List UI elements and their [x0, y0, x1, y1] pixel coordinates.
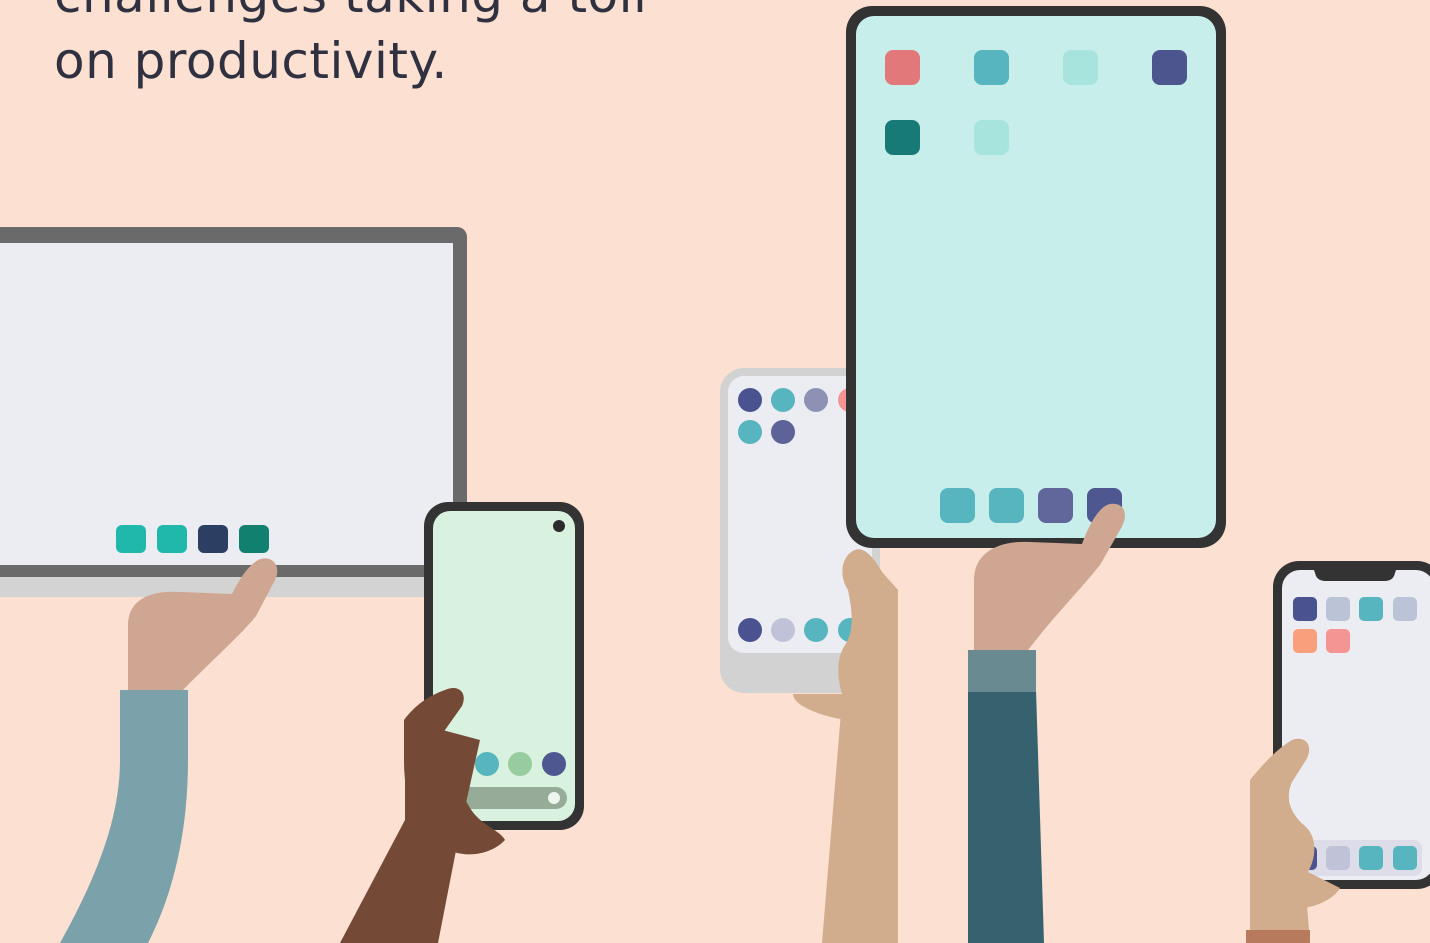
app-icon [974, 50, 1009, 85]
app-icon [771, 420, 795, 444]
app-icon [1063, 50, 1098, 85]
app-icon [1359, 597, 1383, 621]
app-icon [1326, 629, 1350, 653]
dock-icon [804, 618, 828, 642]
dock-icon [239, 525, 269, 553]
app-icon [738, 420, 762, 444]
app-icon [885, 120, 920, 155]
dock-icon [771, 618, 795, 642]
dock-icon [1326, 846, 1350, 870]
tablet-screen [856, 16, 1216, 538]
app-icon [885, 50, 920, 85]
monitor-screen [0, 243, 453, 565]
app-icon [1326, 597, 1350, 621]
forearm [822, 700, 898, 943]
search-bar-knob-icon [548, 792, 560, 804]
sleeve [60, 690, 188, 943]
notch [1314, 570, 1396, 581]
app-icon [1293, 597, 1317, 621]
tablet [846, 6, 1226, 548]
tablet-holder-arm [968, 503, 1125, 943]
dock-icon [475, 752, 499, 776]
monitor [0, 227, 467, 597]
illustration [0, 6, 1430, 943]
dock-icon [989, 488, 1024, 523]
dock-icon [1393, 846, 1417, 870]
sleeve [968, 690, 1044, 943]
app-icon [804, 388, 828, 412]
dock-icon [1038, 488, 1073, 523]
app-icon [974, 120, 1009, 155]
front-camera-icon [553, 520, 565, 532]
dock-icon [116, 525, 146, 553]
dock-icon [157, 525, 187, 553]
dock-icon [940, 488, 975, 523]
dock-icon [1359, 846, 1383, 870]
monitor-holder-arm [60, 558, 278, 943]
app-icon [738, 388, 762, 412]
dock-icon [508, 752, 532, 776]
dock-icon [198, 525, 228, 553]
sleeve [1246, 930, 1310, 943]
app-icon [1293, 629, 1317, 653]
sleeve-cuff [968, 650, 1036, 692]
dock-icon [542, 752, 566, 776]
app-icon [1393, 597, 1417, 621]
app-icon [771, 388, 795, 412]
dock-icon [738, 618, 762, 642]
app-icon [1152, 50, 1187, 85]
